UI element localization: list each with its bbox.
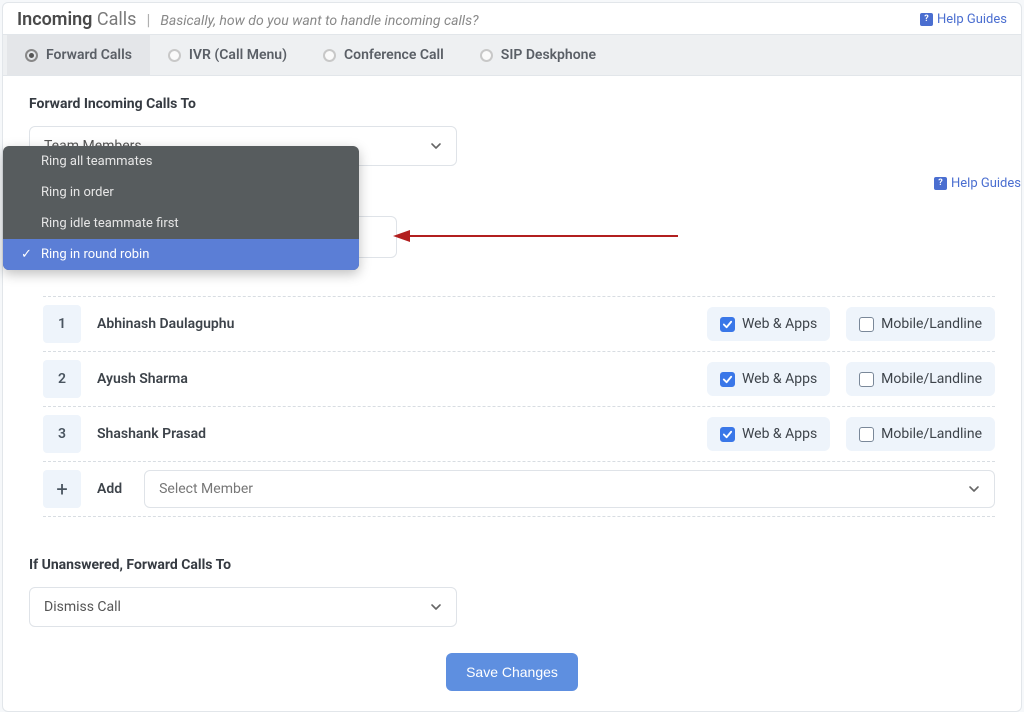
tab-sip-deskphone[interactable]: SIP Deskphone — [462, 35, 614, 75]
team-members-list: 1 Abhinash Daulaguphu Web & Apps Mobile/… — [29, 296, 995, 517]
radio-icon — [25, 49, 38, 62]
tab-label: Forward Calls — [46, 47, 132, 63]
check-icon: ✓ — [21, 247, 37, 262]
add-label: Add — [97, 481, 122, 497]
chip-label: Web & Apps — [742, 316, 817, 332]
chevron-down-icon — [430, 601, 442, 613]
checkbox-icon — [720, 427, 735, 442]
help-icon: ? — [920, 13, 933, 26]
tab-forward-calls[interactable]: Forward Calls — [7, 35, 150, 75]
ring-option-all[interactable]: ✓ Ring all teammates — [3, 146, 359, 177]
help-icon: ? — [934, 177, 947, 190]
page-subtitle: Basically, how do you want to handle inc… — [160, 13, 478, 29]
mobile-landline-toggle[interactable]: Mobile/Landline — [846, 307, 995, 341]
tab-label: SIP Deskphone — [501, 47, 596, 63]
save-changes-button[interactable]: Save Changes — [446, 653, 578, 691]
member-name: Shashank Prasad — [97, 426, 691, 442]
web-apps-toggle[interactable]: Web & Apps — [707, 362, 830, 396]
unanswered-label: If Unanswered, Forward Calls To — [29, 557, 995, 573]
tab-label: IVR (Call Menu) — [189, 47, 287, 63]
help-guides-link[interactable]: ? Help Guides — [920, 12, 1007, 27]
chip-label: Web & Apps — [742, 371, 817, 387]
chip-label: Mobile/Landline — [881, 371, 982, 387]
mobile-landline-toggle[interactable]: Mobile/Landline — [846, 362, 995, 396]
checkbox-icon — [859, 427, 874, 442]
member-name: Ayush Sharma — [97, 371, 691, 387]
tab-ivr[interactable]: IVR (Call Menu) — [150, 35, 305, 75]
ring-option-label: Ring all teammates — [41, 154, 152, 169]
member-row: 1 Abhinash Daulaguphu Web & Apps Mobile/… — [43, 296, 995, 351]
checkbox-icon — [720, 317, 735, 332]
chevron-down-icon — [968, 483, 980, 495]
ring-option-label: Ring in order — [41, 185, 114, 200]
help-guides-label: Help Guides — [951, 176, 1021, 191]
chip-label: Mobile/Landline — [881, 316, 982, 332]
member-row: 3 Shashank Prasad Web & Apps Mobile/Land… — [43, 406, 995, 461]
add-member-button[interactable]: + — [43, 470, 81, 508]
chip-label: Mobile/Landline — [881, 426, 982, 442]
help-guides-label: Help Guides — [937, 12, 1007, 27]
select-member-dropdown[interactable]: Select Member — [144, 470, 995, 508]
add-member-row: + Add Select Member — [43, 461, 995, 517]
tabs-bar: Forward Calls IVR (Call Menu) Conference… — [3, 34, 1021, 76]
web-apps-toggle[interactable]: Web & Apps — [707, 307, 830, 341]
select-member-placeholder: Select Member — [159, 481, 253, 497]
member-number: 1 — [43, 305, 81, 343]
radio-icon — [168, 49, 181, 62]
unanswered-value: Dismiss Call — [44, 599, 121, 615]
chip-label: Web & Apps — [742, 426, 817, 442]
ring-option-label: Ring idle teammate first — [41, 216, 179, 231]
member-row: 2 Ayush Sharma Web & Apps Mobile/Landlin… — [43, 351, 995, 406]
radio-icon — [323, 49, 336, 62]
ring-mode-dropdown: ✓ Ring all teammates ✓ Ring in order ✓ R… — [3, 146, 359, 270]
forward-to-label: Forward Incoming Calls To — [29, 96, 995, 112]
page-title: Incoming Calls — [17, 9, 136, 30]
radio-icon — [480, 49, 493, 62]
ring-option-label: Ring in round robin — [41, 247, 149, 262]
ring-option-order[interactable]: ✓ Ring in order — [3, 177, 359, 208]
checkbox-icon — [859, 317, 874, 332]
chevron-down-icon — [430, 140, 442, 152]
unanswered-select[interactable]: Dismiss Call — [29, 587, 457, 627]
tab-conference-call[interactable]: Conference Call — [305, 35, 462, 75]
checkbox-icon — [859, 372, 874, 387]
annotation-arrow — [388, 226, 688, 246]
member-number: 3 — [43, 415, 81, 453]
member-name: Abhinash Daulaguphu — [97, 316, 691, 332]
help-guides-link-2[interactable]: ? Help Guides — [934, 176, 1021, 191]
mobile-landline-toggle[interactable]: Mobile/Landline — [846, 417, 995, 451]
web-apps-toggle[interactable]: Web & Apps — [707, 417, 830, 451]
member-number: 2 — [43, 360, 81, 398]
ring-option-idle[interactable]: ✓ Ring idle teammate first — [3, 208, 359, 239]
title-separator: | — [146, 10, 150, 29]
checkbox-icon — [720, 372, 735, 387]
ring-option-round-robin[interactable]: ✓ Ring in round robin — [3, 239, 359, 270]
tab-label: Conference Call — [344, 47, 444, 63]
